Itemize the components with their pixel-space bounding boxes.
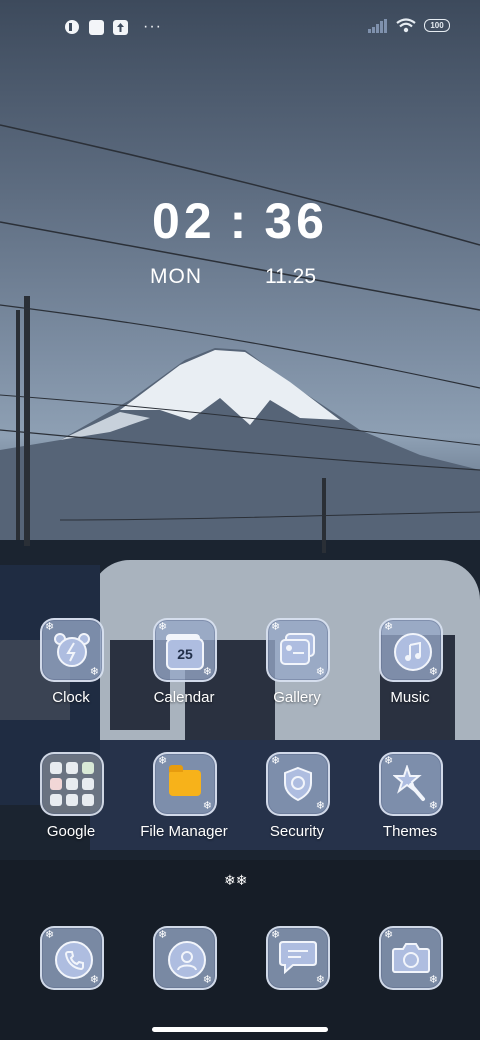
app-themes[interactable]: ❄ ❄ Themes [355,752,465,872]
camera-icon [392,943,430,973]
app-security[interactable]: ❄ ❄ Security [242,752,352,872]
app-calendar[interactable]: ❄ ❄ 25 Calendar [129,618,239,738]
status-bar: ··· 100 [0,0,480,56]
dock-contacts-button[interactable]: ❄ ❄ [153,926,217,990]
date-text: 11.25 [265,265,316,288]
folder-app-grid [50,762,94,806]
app-google-folder[interactable]: Google [16,752,126,872]
lock-clock[interactable]: 02:36 [0,192,480,250]
contacts-glyph [177,951,197,971]
app-file-manager[interactable]: ❄ ❄ File Manager [129,752,239,872]
notification-icons: ··· [64,19,162,35]
gallery-glyph [280,633,315,665]
home-screen: ··· 100 02:36 MON 11.25 ❄ ❄ Clock ❄ ❄ 25… [0,0,480,1040]
app-notification-icon [65,20,79,34]
calendar-date-badge: 25 [166,638,204,670]
app-label: Music [390,689,430,706]
music-note-icon: ❄ ❄ [379,618,443,682]
phone-icon [55,941,93,979]
clock-colon: : [229,193,251,249]
app-label: File Manager [140,823,228,840]
clock-minute: 36 [264,193,328,249]
square-notification-icon [89,19,104,35]
more-notifications-icon: ··· [143,18,162,35]
phone-glyph [64,951,84,970]
dock-phone-button[interactable]: ❄ ❄ [40,926,104,990]
app-label: Clock [52,689,90,706]
app-label: Calendar [153,689,215,706]
contacts-icon [168,941,206,979]
messages-icon [279,941,317,975]
calendar-icon: ❄ ❄ 25 [153,618,217,682]
alarm-clock-glyph [54,633,90,667]
signal-icon [368,18,387,33]
music-glyph [405,642,421,661]
battery-indicator: 100 [424,19,450,32]
app-music[interactable]: ❄ ❄ Music [355,618,465,738]
app-label: Themes [382,823,438,840]
wifi-icon [396,18,416,33]
app-label: Google [46,823,96,840]
gallery-icon: ❄ ❄ [266,618,330,682]
folder-icon: ❄ ❄ [153,752,217,816]
system-indicators: 100 [368,18,450,33]
app-label: Gallery [273,689,321,706]
app-clock[interactable]: ❄ ❄ Clock [16,618,126,738]
dock-messages-button[interactable]: ❄ ❄ [266,926,330,990]
themes-glyph [393,765,425,801]
alarm-clock-icon: ❄ ❄ [40,618,104,682]
home-gesture-bar[interactable] [152,1027,328,1032]
day-of-week: MON [150,265,202,288]
google-folder-icon [40,752,104,816]
dock-camera-button[interactable]: ❄ ❄ [379,926,443,990]
shield-icon: ❄ ❄ [266,752,330,816]
app-label: Security [269,823,325,840]
folder-glyph [169,765,201,796]
clock-hour: 02 [152,193,216,249]
page-indicator: ❄❄ [224,872,248,888]
star-wand-icon: ❄ ❄ [379,752,443,816]
shield-glyph [284,766,312,802]
app-gallery[interactable]: ❄ ❄ Gallery [242,618,352,738]
upload-notification-icon [113,19,128,35]
